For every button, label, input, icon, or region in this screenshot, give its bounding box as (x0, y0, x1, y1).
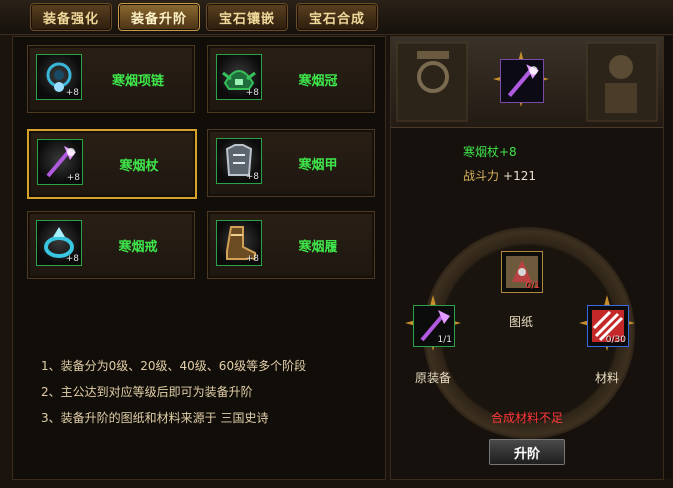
material-slot[interactable]: 0/30 (587, 305, 629, 347)
equipment-level: +8 (245, 88, 259, 98)
equipment-name: 寒烟杖 (119, 158, 159, 174)
equipment-name: 寒烟履 (298, 239, 338, 255)
equipment-card-boots[interactable]: +8 寒烟履 (207, 211, 375, 279)
equipment-level: +8 (245, 172, 259, 182)
material-count: 0/30 (605, 335, 626, 345)
upgrade-notes: 1、装备分为0级、20级、40级、60级等多个阶段 2、主公达到对应等级后即可为… (41, 353, 381, 431)
scrollbar[interactable] (664, 36, 672, 478)
equipment-name: 寒烟项链 (111, 73, 164, 89)
preview-banner (391, 37, 663, 128)
necklace-icon: +8 (36, 54, 82, 100)
equipment-name: 寒烟甲 (298, 157, 338, 173)
combat-power-value: +121 (503, 169, 536, 183)
note-line: 1、装备分为0级、20级、40级、60级等多个阶段 (41, 359, 307, 373)
preview-item-name: 寒烟杖+8 (463, 145, 517, 159)
note-line: 3、装备升阶的图纸和材料来源于 三国史诗 (41, 411, 269, 425)
note-line: 2、主公达到对应等级后即可为装备升阶 (41, 385, 253, 399)
equipment-card-staff[interactable]: +8 寒烟杖 (27, 129, 197, 199)
equipment-card-ring[interactable]: +8 寒烟戒 (27, 211, 195, 279)
armor-icon: +8 (216, 138, 262, 184)
helmet-icon: +8 (216, 54, 262, 100)
tab-upgrade[interactable]: 装备升阶 (118, 3, 200, 31)
tab-gem-synthesis[interactable]: 宝石合成 (296, 3, 378, 31)
preview-staff-icon (500, 59, 544, 103)
equipment-level: +8 (65, 88, 79, 98)
equipment-card-necklace[interactable]: +8 寒烟项链 (27, 45, 195, 113)
combat-power-label: 战斗力 (463, 169, 500, 183)
original-equipment-slot[interactable]: 1/1 (413, 305, 455, 347)
equipment-name: 寒烟戒 (118, 239, 158, 255)
equipment-level: +8 (66, 173, 80, 183)
combat-power: 战斗力 +121 (463, 167, 536, 184)
equipment-name: 寒烟冠 (298, 73, 338, 89)
tab-gem-inlay[interactable]: 宝石镶嵌 (206, 3, 288, 31)
blueprint-slot[interactable]: 0/1 (501, 251, 543, 293)
upgrade-button[interactable]: 升阶 (489, 439, 565, 465)
equipment-level: +8 (245, 254, 259, 264)
insufficient-materials-warning: 合成材料不足 (490, 411, 563, 425)
staff-icon: +8 (37, 139, 83, 185)
equipment-level: +8 (65, 254, 79, 264)
blueprint-count: 0/1 (525, 281, 540, 291)
original-equipment-label: 原装备 (414, 371, 451, 385)
equipment-list-panel: +8 寒烟项链 +8 寒烟冠 +8 寒烟杖 +8 寒烟甲 +8 寒烟戒 +8 寒… (12, 36, 386, 480)
material-label: 材料 (594, 371, 619, 385)
tab-enhance[interactable]: 装备强化 (30, 3, 112, 31)
tab-bar: 装备强化 装备升阶 宝石镶嵌 宝石合成 (0, 0, 673, 35)
equipment-card-armor[interactable]: +8 寒烟甲 (207, 129, 375, 197)
original-equipment-count: 1/1 (437, 335, 452, 345)
boots-icon: +8 (216, 220, 262, 266)
ring-icon: +8 (36, 220, 82, 266)
equipment-card-helmet[interactable]: +8 寒烟冠 (207, 45, 375, 113)
blueprint-label: 图纸 (508, 315, 533, 329)
upgrade-detail-panel: 寒烟杖+8 战斗力 +121 0/1 图纸 1/1 原装备 0/30 材料 合成材… (390, 36, 664, 480)
